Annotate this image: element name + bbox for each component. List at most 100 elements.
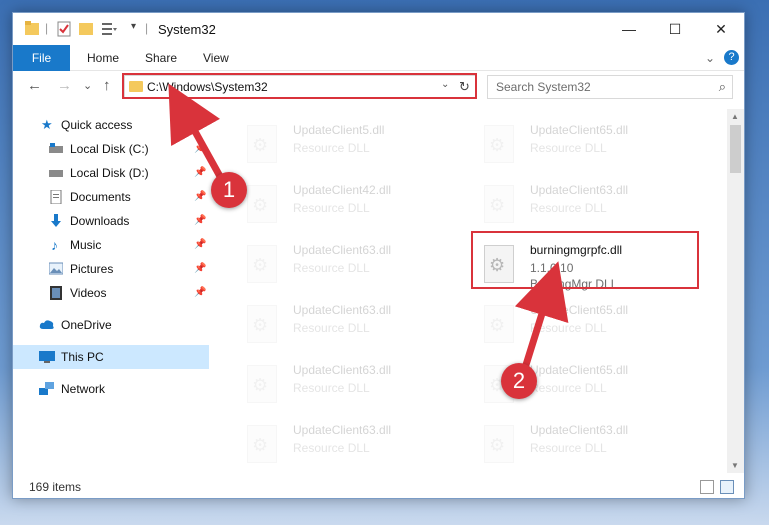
file-name: UpdateClient63.dll xyxy=(293,363,392,377)
file-detail: Resource DLL xyxy=(530,381,607,395)
status-bar: 169 items xyxy=(13,475,744,499)
file-item[interactable]: ⚙ UpdateClient65.dll Resource DLL xyxy=(476,119,706,175)
help-icon[interactable]: ? xyxy=(724,50,739,65)
tab-file[interactable]: File xyxy=(13,45,70,71)
file-detail: Resource DLL xyxy=(530,441,607,455)
large-icons-view-icon[interactable] xyxy=(720,480,734,494)
sidebar-item-label: Documents xyxy=(70,190,131,204)
sidebar-item-label: Videos xyxy=(70,286,107,300)
file-item[interactable]: ⚙ UpdateClient63.dll Resource DLL xyxy=(239,239,469,295)
item-count: 169 items xyxy=(29,480,82,494)
dll-file-icon: ⚙ xyxy=(484,125,514,163)
star-icon: ★ xyxy=(41,117,53,132)
file-detail: Resource DLL xyxy=(293,141,370,155)
sidebar-item-this-pc[interactable]: This PC xyxy=(13,345,209,369)
file-detail: Resource DLL xyxy=(530,141,607,155)
drive-icon xyxy=(49,143,63,153)
file-name: UpdateClient65.dll xyxy=(530,303,629,317)
sidebar-item-quick-access[interactable]: ★ Quick access xyxy=(13,113,209,137)
scroll-up-icon[interactable]: ▲ xyxy=(731,112,739,121)
dll-file-icon: ⚙ xyxy=(484,305,514,343)
sidebar-item-local-disk-d[interactable]: Local Disk (D:) 📌 xyxy=(13,161,209,185)
details-view-icon[interactable] xyxy=(700,480,714,494)
file-name: UpdateClient42.dll xyxy=(293,183,392,197)
file-item[interactable]: ⚙ UpdateClient63.dll Resource DLL xyxy=(239,359,469,415)
sidebar-item-local-disk-c[interactable]: Local Disk (C:) 📌 xyxy=(13,137,209,161)
pin-icon: 📌 xyxy=(194,167,207,178)
pin-icon: 📌 xyxy=(194,143,207,154)
gear-icon: ⚙ xyxy=(252,135,269,155)
sidebar-item-documents[interactable]: Documents 📌 xyxy=(13,185,209,209)
gear-icon: ⚙ xyxy=(252,375,269,395)
forward-button[interactable]: → xyxy=(57,77,72,94)
file-item[interactable]: ⚙ UpdateClient63.dll Resource DLL xyxy=(476,419,706,473)
sidebar-item-videos[interactable]: Videos 📌 xyxy=(13,281,209,305)
gear-icon: ⚙ xyxy=(252,435,269,455)
sidebar-item-pictures[interactable]: Pictures 📌 xyxy=(13,257,209,281)
navigation-pane: ★ Quick access Local Disk (C:) 📌 Local D… xyxy=(13,109,209,473)
title-bar: | ▾ | System32 — ☐ ✕ xyxy=(13,13,744,45)
pin-icon: 📌 xyxy=(194,263,207,274)
scrollbar-thumb[interactable] xyxy=(730,125,741,173)
sidebar-item-label: Quick access xyxy=(61,118,133,132)
file-detail: Resource DLL xyxy=(293,441,370,455)
up-button[interactable]: ↑ xyxy=(103,77,111,94)
step-2-badge: 2 xyxy=(501,363,537,399)
file-item[interactable]: ⚙ UpdateClient63.dll Resource DLL xyxy=(476,179,706,235)
cloud-icon xyxy=(39,320,54,329)
file-item[interactable]: ⚙ UpdateClient63.dll Resource DLL xyxy=(239,419,469,473)
dll-file-icon: ⚙ xyxy=(247,185,277,223)
scroll-down-icon[interactable]: ▼ xyxy=(731,461,739,470)
file-name: UpdateClient63.dll xyxy=(530,183,629,197)
search-input[interactable]: Search System32 ⌕ xyxy=(487,75,733,99)
gear-icon: ⚙ xyxy=(489,195,506,215)
recent-locations-button[interactable]: ⌄ xyxy=(83,79,92,92)
back-button[interactable]: ← xyxy=(27,77,42,94)
address-bar-highlight xyxy=(122,73,477,99)
file-item[interactable]: ⚙ UpdateClient65.dll Resource DLL xyxy=(476,299,706,355)
customize-toolbar-icon[interactable] xyxy=(101,21,117,37)
tab-view[interactable]: View xyxy=(203,45,229,71)
dll-file-icon: ⚙ xyxy=(247,125,277,163)
sidebar-item-onedrive[interactable]: OneDrive xyxy=(13,313,209,337)
maximize-button[interactable]: ☐ xyxy=(652,13,698,45)
sidebar-item-music[interactable]: ♪ Music 📌 xyxy=(13,233,209,257)
file-item[interactable]: ⚙ UpdateClient5.dll Resource DLL xyxy=(239,119,469,175)
gear-icon: ⚙ xyxy=(489,435,506,455)
music-icon: ♪ xyxy=(51,237,58,253)
search-placeholder: Search System32 xyxy=(496,80,591,94)
properties-icon[interactable] xyxy=(57,21,71,37)
sidebar-item-label: Pictures xyxy=(70,262,114,276)
vertical-scrollbar[interactable]: ▲ ▼ xyxy=(727,109,744,473)
file-item[interactable]: ⚙ UpdateClient42.dll Resource DLL xyxy=(239,179,469,235)
pictures-icon xyxy=(49,262,63,275)
tab-share[interactable]: Share xyxy=(145,45,177,71)
sidebar-item-label: Music xyxy=(70,238,102,252)
sidebar-item-network[interactable]: Network xyxy=(13,377,209,401)
file-name: UpdateClient63.dll xyxy=(293,303,392,317)
videos-icon xyxy=(50,286,62,300)
sidebar-item-label: This PC xyxy=(61,350,104,364)
expand-ribbon-icon[interactable]: ⌄ xyxy=(705,45,715,71)
separator: | xyxy=(145,21,149,35)
sidebar-item-downloads[interactable]: Downloads 📌 xyxy=(13,209,209,233)
sidebar-item-label: Downloads xyxy=(70,214,130,228)
pin-icon: 📌 xyxy=(194,191,207,202)
close-button[interactable]: ✕ xyxy=(698,13,744,45)
sidebar-item-label: OneDrive xyxy=(61,318,112,332)
tab-home[interactable]: Home xyxy=(87,45,119,71)
gear-icon: ⚙ xyxy=(252,255,269,275)
file-detail: Resource DLL xyxy=(293,261,370,275)
dll-file-icon: ⚙ xyxy=(247,425,277,463)
drive-icon xyxy=(49,170,63,177)
quick-access-dropdown-icon[interactable]: ▾ xyxy=(131,21,136,37)
file-item[interactable]: ⚙ UpdateClient63.dll Resource DLL xyxy=(239,299,469,355)
new-folder-icon[interactable] xyxy=(79,21,93,37)
pin-icon: 📌 xyxy=(194,239,207,250)
minimize-button[interactable]: — xyxy=(606,13,652,45)
documents-icon xyxy=(50,190,62,204)
window-title: System32 xyxy=(158,22,216,37)
dll-file-icon: ⚙ xyxy=(247,305,277,343)
pin-icon: 📌 xyxy=(194,215,207,226)
folder-icon xyxy=(25,21,39,35)
